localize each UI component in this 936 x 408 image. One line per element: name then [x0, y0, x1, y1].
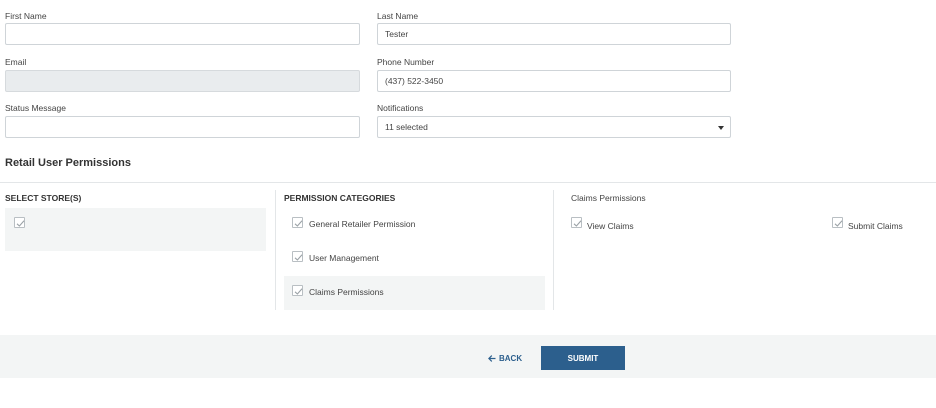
checkmark-icon: [573, 220, 582, 227]
claims-permissions-category-label: Claims Permissions: [309, 287, 384, 297]
status-message-field[interactable]: [5, 116, 360, 138]
section-divider: [0, 182, 936, 183]
back-button[interactable]: BACK: [488, 351, 522, 365]
general-retailer-permission-label: General Retailer Permission: [309, 219, 416, 229]
user-management-label: User Management: [309, 253, 379, 263]
permission-categories-heading: PERMISSION CATEGORIES: [284, 193, 396, 203]
store-row: [5, 208, 266, 251]
last-name-label: Last Name: [377, 11, 419, 21]
notifications-select[interactable]: 11 selected: [377, 116, 731, 138]
store-checkbox[interactable]: [14, 217, 25, 228]
select-stores-heading: SELECT STORE(S): [5, 193, 82, 203]
view-claims-label: View Claims: [587, 221, 634, 231]
claims-permissions-heading: Claims Permissions: [571, 193, 646, 203]
first-name-label: First Name: [5, 11, 47, 21]
form-footer: [0, 335, 936, 378]
submit-claims-checkbox[interactable]: [832, 217, 843, 228]
checkmark-icon: [294, 288, 303, 295]
submit-claims-label: Submit Claims: [848, 221, 903, 231]
claims-permissions-category-checkbox[interactable]: [292, 285, 303, 296]
notifications-label: Notifications: [377, 103, 424, 113]
status-message-label: Status Message: [5, 103, 66, 113]
general-retailer-permission-checkbox[interactable]: [292, 217, 303, 228]
section-title: Retail User Permissions: [5, 157, 131, 169]
checkmark-icon: [294, 254, 303, 261]
phone-number-field[interactable]: (437) 522-3450: [377, 70, 731, 92]
checkmark-icon: [834, 220, 843, 227]
column-divider: [275, 190, 276, 310]
arrow-left-icon: [488, 354, 496, 362]
first-name-field[interactable]: [5, 23, 360, 45]
user-management-checkbox[interactable]: [292, 251, 303, 262]
back-button-label: BACK: [499, 353, 523, 363]
checkmark-icon: [16, 220, 25, 227]
email-label: Email: [5, 57, 27, 67]
submit-button[interactable]: SUBMIT: [541, 346, 625, 370]
notifications-value: 11 selected: [385, 122, 428, 132]
last-name-field[interactable]: Tester: [377, 23, 731, 45]
checkmark-icon: [294, 220, 303, 227]
phone-number-label: Phone Number: [377, 57, 435, 67]
column-divider: [553, 190, 554, 310]
view-claims-checkbox[interactable]: [571, 217, 582, 228]
chevron-down-icon: [718, 126, 724, 130]
email-field: [5, 70, 360, 92]
